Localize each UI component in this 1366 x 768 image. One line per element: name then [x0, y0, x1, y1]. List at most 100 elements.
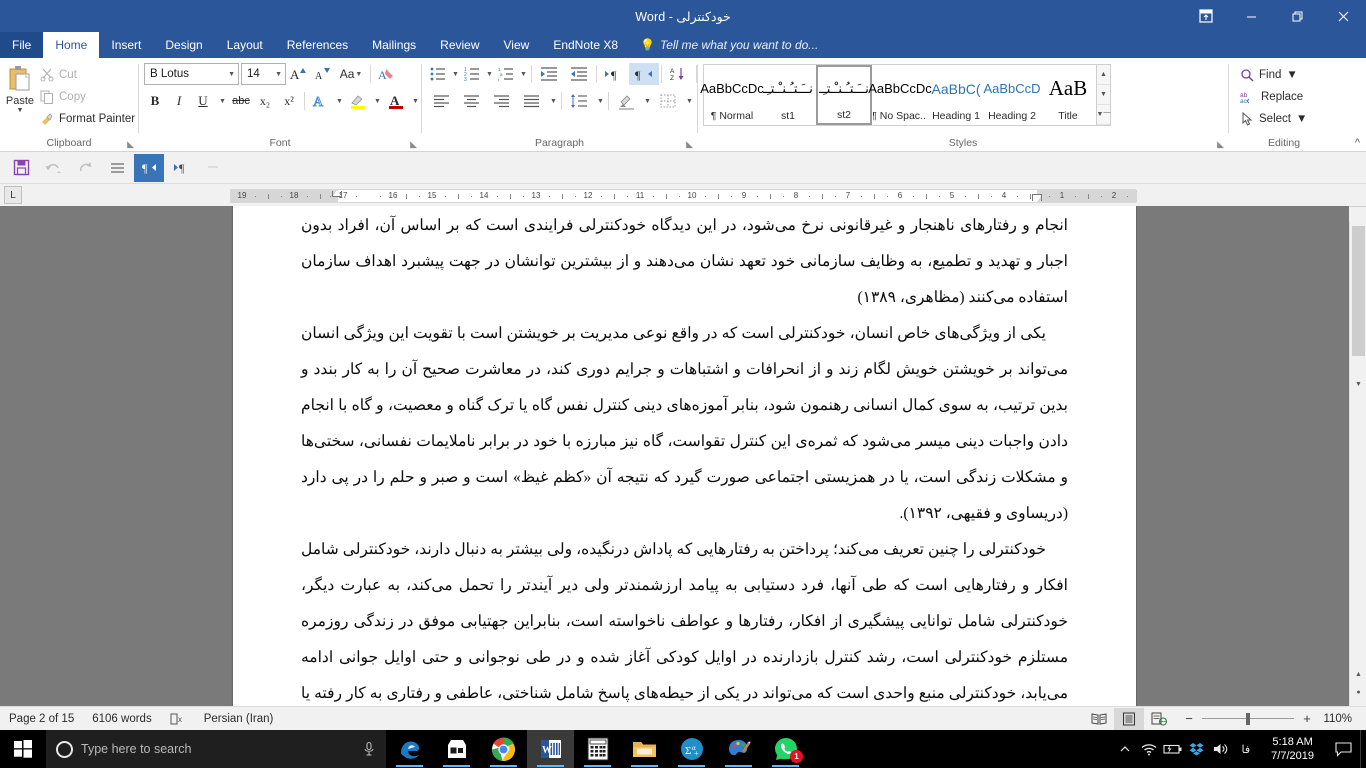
- style-item-st1[interactable]: نــَـتـُـنـْـتـِـ st1: [760, 65, 816, 125]
- tab-file[interactable]: File: [0, 32, 43, 58]
- highlight-icon[interactable]: [347, 90, 369, 112]
- replace-button[interactable]: abac Replace: [1234, 86, 1313, 108]
- style-item-st2[interactable]: نــَـتـُـنـْـتـِـ st2: [816, 65, 872, 125]
- align-right-icon[interactable]: [487, 90, 517, 112]
- borders-dropdown[interactable]: ▼: [683, 90, 695, 112]
- dropbox-icon[interactable]: [1185, 730, 1209, 768]
- scroll-thumb[interactable]: [1352, 226, 1365, 356]
- style-item-title[interactable]: AaB Title: [1040, 65, 1096, 125]
- copy-button[interactable]: Copy: [35, 86, 140, 108]
- format-painter-button[interactable]: Format Painter: [35, 108, 140, 130]
- previous-page-icon[interactable]: ▲: [1350, 666, 1366, 683]
- right-to-left-icon[interactable]: ¶: [629, 63, 659, 85]
- text-effects-button[interactable]: A: [309, 90, 331, 112]
- left-to-right-icon[interactable]: ¶: [599, 63, 629, 85]
- ribbon-display-options-icon[interactable]: [1186, 0, 1226, 32]
- font-color-dropdown[interactable]: ▼: [409, 90, 421, 112]
- horizontal-ruler[interactable]: 19 18 17 16 15 14 13 12 11 10 9 8 7: [230, 189, 1136, 203]
- numbering-icon[interactable]: 123: [461, 63, 483, 85]
- italic-button[interactable]: I: [168, 90, 190, 112]
- windows-start-icon[interactable]: [0, 730, 46, 768]
- more-styles-icon[interactable]: ▼―: [1097, 105, 1110, 125]
- numbering-dropdown[interactable]: ▼: [483, 63, 495, 85]
- multilevel-list-icon[interactable]: 1ai: [495, 63, 517, 85]
- bullets-dropdown[interactable]: ▼: [449, 63, 461, 85]
- battery-charging-icon[interactable]: [1161, 730, 1185, 768]
- taskbar-app-file-explorer[interactable]: [621, 730, 668, 768]
- volume-icon[interactable]: [1209, 730, 1233, 768]
- clipboard-dialog-launcher[interactable]: ◣: [127, 139, 134, 150]
- line-spacing-dropdown[interactable]: ▼: [594, 90, 606, 112]
- line-spacing-icon[interactable]: [564, 90, 594, 112]
- change-case-button[interactable]: Aa▼: [336, 63, 366, 85]
- taskbar-app-whatsapp[interactable]: 1: [762, 730, 809, 768]
- font-size-combo[interactable]: 14 ▼: [241, 63, 286, 85]
- vertical-scrollbar[interactable]: ▲ ▼ ▲ ●: [1349, 206, 1366, 706]
- taskbar-app-spss[interactable]: Σ+α: [668, 730, 715, 768]
- tab-stop-selector[interactable]: L: [4, 186, 22, 204]
- tab-home[interactable]: Home: [43, 32, 99, 58]
- select-button[interactable]: Select ▼: [1234, 108, 1313, 130]
- more-icon[interactable]: [198, 154, 228, 182]
- search-input[interactable]: Type here to search: [46, 730, 386, 768]
- font-dialog-launcher[interactable]: ◣: [410, 139, 417, 150]
- collapse-ribbon-icon[interactable]: ^: [1355, 137, 1360, 149]
- page-indicator[interactable]: Page 2 of 15: [0, 708, 83, 730]
- paragraph-2[interactable]: یکی از ویژگی‌های خاص انسان، خودکنترلی اس…: [301, 316, 1068, 532]
- hanging-indent-marker[interactable]: [332, 191, 342, 197]
- styles-dialog-launcher[interactable]: ◣: [1217, 139, 1224, 150]
- tell-me-search[interactable]: 💡 Tell me what you want to do...: [630, 32, 828, 58]
- style-item-heading-2[interactable]: AaBbCcD Heading 2: [984, 65, 1040, 125]
- minimize-icon[interactable]: [1228, 0, 1274, 32]
- underline-button[interactable]: U: [192, 90, 214, 112]
- shading-dropdown[interactable]: ▼: [641, 90, 653, 112]
- read-mode-icon[interactable]: [1084, 708, 1114, 730]
- show-desktop-button[interactable]: [1360, 730, 1366, 768]
- align-icon[interactable]: [102, 154, 132, 182]
- tab-layout[interactable]: Layout: [215, 32, 275, 58]
- borders-icon[interactable]: [653, 90, 683, 112]
- decrease-indent-icon[interactable]: [534, 63, 564, 85]
- subscript-button[interactable]: x₂: [254, 90, 276, 112]
- text-effects-dropdown[interactable]: ▼: [333, 90, 345, 112]
- clear-formatting-icon[interactable]: A: [375, 63, 397, 85]
- clock[interactable]: 5:18 AM 7/7/2019: [1259, 730, 1326, 768]
- taskbar-app-paint[interactable]: [715, 730, 762, 768]
- action-center-icon[interactable]: [1326, 730, 1360, 768]
- align-center-icon[interactable]: [457, 90, 487, 112]
- tab-view[interactable]: View: [492, 32, 542, 58]
- language-indicator[interactable]: Persian (Iran): [195, 708, 283, 730]
- redo-icon[interactable]: [70, 154, 100, 182]
- underline-dropdown[interactable]: ▼: [216, 90, 228, 112]
- input-language-indicator[interactable]: فا: [1233, 730, 1260, 768]
- sort-icon[interactable]: AZ: [664, 63, 694, 85]
- increase-indent-icon[interactable]: [564, 63, 594, 85]
- style-item-heading-1[interactable]: AaBbC( Heading 1: [928, 65, 984, 125]
- save-icon[interactable]: [6, 154, 36, 182]
- scrollbar-split-handle[interactable]: [1349, 206, 1366, 222]
- style-item-normal[interactable]: AaBbCcDc ¶ Normal: [704, 65, 760, 125]
- paste-button[interactable]: Paste ▼: [5, 62, 35, 114]
- zoom-level-label[interactable]: 110%: [1320, 713, 1358, 725]
- zoom-out-button[interactable]: −: [1182, 711, 1196, 726]
- zoom-slider-handle[interactable]: [1246, 713, 1250, 725]
- taskbar-app-google-chrome[interactable]: [480, 730, 527, 768]
- taskbar-app-microsoft-edge[interactable]: [386, 730, 433, 768]
- print-layout-icon[interactable]: [1114, 708, 1144, 730]
- font-name-combo[interactable]: B Lotus ▼: [144, 63, 239, 85]
- select-browse-object-icon[interactable]: ●: [1350, 684, 1366, 701]
- taskbar-app-microsoft-store[interactable]: [433, 730, 480, 768]
- document-body[interactable]: انجام و رفتارهای ناهنجار و غیرقانونی نرخ…: [233, 206, 1136, 706]
- taskbar-app-microsoft-word[interactable]: W: [527, 730, 574, 768]
- document-page[interactable]: انجام و رفتارهای ناهنجار و غیرقانونی نرخ…: [233, 206, 1136, 706]
- right-indent-marker[interactable]: [1032, 194, 1042, 201]
- superscript-button[interactable]: x²: [278, 90, 300, 112]
- find-button[interactable]: Find ▼: [1234, 64, 1313, 86]
- shrink-font-button[interactable]: A: [312, 63, 334, 85]
- alignment-dropdown[interactable]: ▼: [547, 90, 559, 112]
- chevron-down-icon[interactable]: ▼: [1296, 113, 1307, 125]
- tab-endnote-x8[interactable]: EndNote X8: [541, 32, 630, 58]
- highlight-dropdown[interactable]: ▼: [371, 90, 383, 112]
- bold-button[interactable]: B: [144, 90, 166, 112]
- wifi-icon[interactable]: [1137, 730, 1161, 768]
